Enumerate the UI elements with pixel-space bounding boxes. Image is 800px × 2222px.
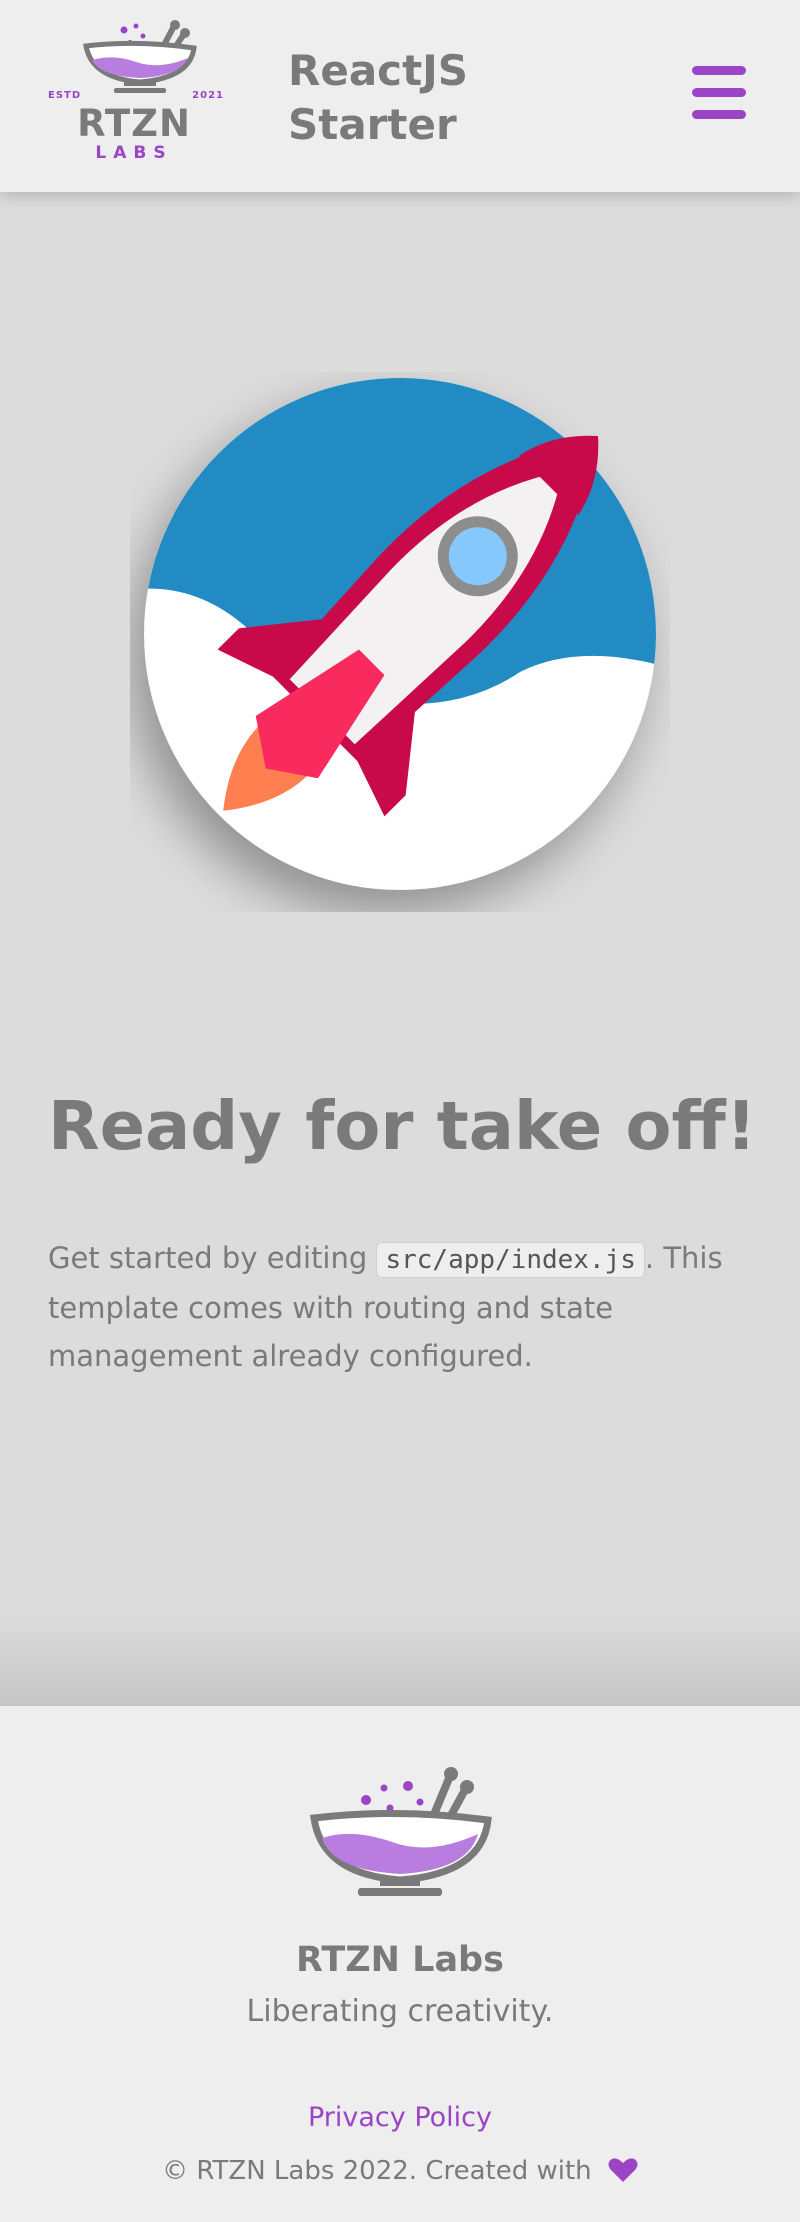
code-snippet: src/app/index.js xyxy=(376,1242,645,1278)
mortar-pestle-icon xyxy=(83,20,197,93)
site-header: ESTD 2021 RTZN LABS ReactJS Starter xyxy=(0,0,800,192)
logo-estd-label: ESTD xyxy=(48,90,82,101)
app-title-line-2: Starter xyxy=(288,100,457,149)
hero-text-intro: Get started by editing xyxy=(48,1241,377,1275)
copyright-text: © RTZN Labs 2022. Created with xyxy=(162,2156,592,2186)
logo-name: RTZN xyxy=(77,102,191,145)
hero-title: Ready for take off! xyxy=(48,1087,757,1165)
footer-company-name: RTZN Labs xyxy=(296,1940,504,1980)
app-title: ReactJS Starter xyxy=(288,44,548,152)
rocket-illustration xyxy=(130,372,670,912)
hero-description: Get started by editing src/app/index.js.… xyxy=(48,1234,768,1380)
logo-year-label: 2021 xyxy=(192,90,224,101)
app-title-line-1: ReactJS xyxy=(288,46,469,95)
hamburger-menu-icon[interactable] xyxy=(686,62,752,122)
mortar-pestle-icon xyxy=(310,1767,492,1896)
heart-icon xyxy=(608,2158,638,2182)
hero-bottom-shadow xyxy=(0,1616,800,1706)
footer-logo[interactable] xyxy=(300,1762,500,1902)
hero-section: Ready for take off! Get started by editi… xyxy=(0,192,800,1706)
rtzn-logo[interactable]: ESTD 2021 RTZN LABS xyxy=(44,16,224,166)
logo-labs: LABS xyxy=(95,143,173,163)
site-footer: RTZN Labs Liberating creativity. Privacy… xyxy=(0,1706,800,2222)
rocket-launch-icon xyxy=(144,378,656,890)
privacy-policy-link[interactable]: Privacy Policy xyxy=(0,2102,800,2133)
footer-tagline: Liberating creativity. xyxy=(246,1994,554,2029)
footer-copyright: © RTZN Labs 2022. Created with xyxy=(0,2156,800,2186)
